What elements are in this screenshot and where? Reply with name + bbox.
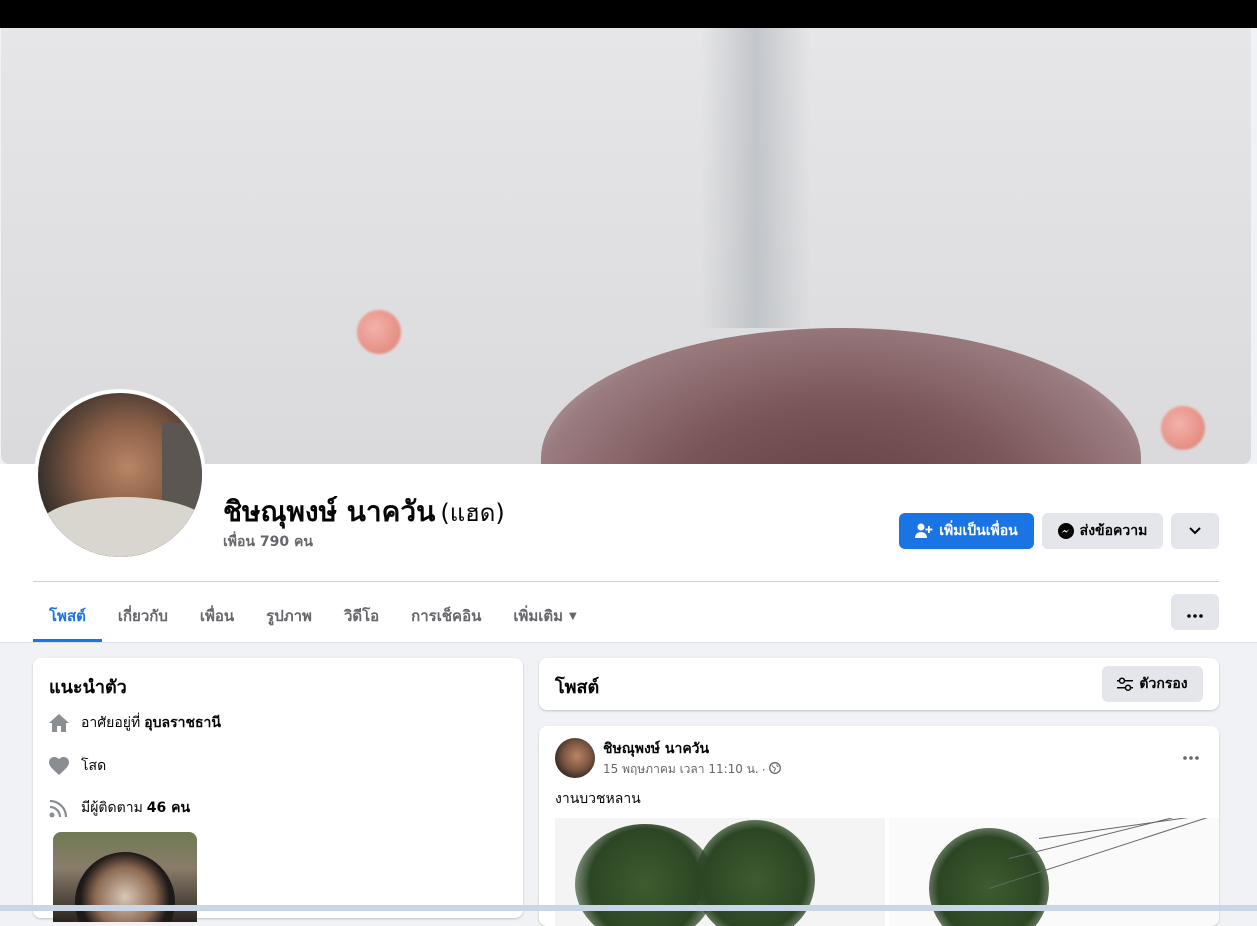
- post-text: งานบวชหลาน: [555, 791, 641, 807]
- followers-value[interactable]: 46 คน: [147, 797, 190, 819]
- header-divider: [33, 581, 1219, 582]
- filter-label: ตัวกรอง: [1139, 676, 1188, 692]
- relationship-value: โสด: [81, 758, 107, 774]
- top-black-bar: [0, 0, 1257, 28]
- posts-header-card: โพสต์ ตัวกรอง: [539, 658, 1219, 710]
- message-label: ส่งข้อความ: [1079, 523, 1148, 539]
- lives-in-row: อาศัยอยู่ที่ อุบลราชธานี: [49, 712, 221, 734]
- posts-title: โพสต์: [555, 677, 600, 698]
- profile-avatar[interactable]: [34, 389, 206, 561]
- message-button[interactable]: ส่งข้อความ: [1042, 513, 1163, 549]
- sliders-icon: [1117, 677, 1134, 691]
- more-options-button[interactable]: [1171, 594, 1219, 630]
- post-meta: 15 พฤษภาคม เวลา 11:10 น. ·: [603, 760, 781, 779]
- chevron-down-icon: [1189, 523, 1201, 539]
- profile-name-row: ชิษณุพงษ์ นาควัน (แฮด): [223, 490, 505, 534]
- post-author-avatar[interactable]: [555, 738, 595, 778]
- intro-title: แนะนำตัว: [49, 677, 127, 698]
- lives-in-value[interactable]: อุบลราชธานี: [144, 712, 221, 734]
- tab-friends[interactable]: เพื่อน: [184, 593, 250, 639]
- tab-about[interactable]: เกี่ยวกับ: [102, 593, 184, 639]
- add-friend-button[interactable]: เพิ่มเป็นเพื่อน: [899, 513, 1034, 549]
- post-author-name[interactable]: ชิษณุพงษ์ นาควัน: [603, 738, 709, 760]
- tab-checkins[interactable]: การเช็คอิน: [395, 593, 497, 639]
- tab-more[interactable]: เพิ่มเติม ▼: [497, 593, 592, 639]
- ellipsis-icon: [1183, 745, 1199, 764]
- messenger-icon: [1057, 523, 1074, 539]
- heart-icon: [49, 756, 69, 776]
- add-friend-icon: [915, 523, 933, 539]
- add-friend-label: เพิ่มเป็นเพื่อน: [939, 523, 1018, 539]
- relationship-row: โสด: [49, 755, 106, 777]
- post-card: ชิษณุพงษ์ นาควัน 15 พฤษภาคม เวลา 11:10 น…: [539, 726, 1219, 926]
- filter-button[interactable]: ตัวกรอง: [1102, 666, 1203, 702]
- tab-videos[interactable]: วิดีโอ: [328, 593, 395, 639]
- profile-options-button[interactable]: [1171, 513, 1219, 549]
- ellipsis-icon: [1187, 603, 1203, 622]
- caret-down-icon: ▼: [569, 610, 577, 622]
- cover-photo[interactable]: [1, 28, 1251, 464]
- friends-count[interactable]: เพื่อน 790 คน: [223, 531, 313, 553]
- intro-card: แนะนำตัว อาศัยอยู่ที่ อุบลราชธานี โสด มี…: [33, 658, 523, 922]
- followers-row: มีผู้ติดตาม 46 คน: [49, 797, 190, 819]
- tab-posts[interactable]: โพสต์: [33, 593, 102, 642]
- tab-photos[interactable]: รูปภาพ: [250, 593, 328, 639]
- rss-icon: [49, 798, 69, 818]
- profile-nickname: (แฮด): [440, 499, 505, 527]
- home-icon: [49, 713, 69, 733]
- profile-name: ชิษณุพงษ์ นาควัน: [223, 495, 436, 528]
- post-options-button[interactable]: [1179, 742, 1203, 766]
- post-timestamp[interactable]: 15 พฤษภาคม เวลา 11:10 น.: [603, 760, 759, 779]
- profile-tabs: โพสต์ เกี่ยวกับ เพื่อน รูปภาพ วิดีโอ การ…: [33, 593, 593, 642]
- bottom-strip: [0, 905, 1257, 911]
- globe-icon: [768, 762, 781, 777]
